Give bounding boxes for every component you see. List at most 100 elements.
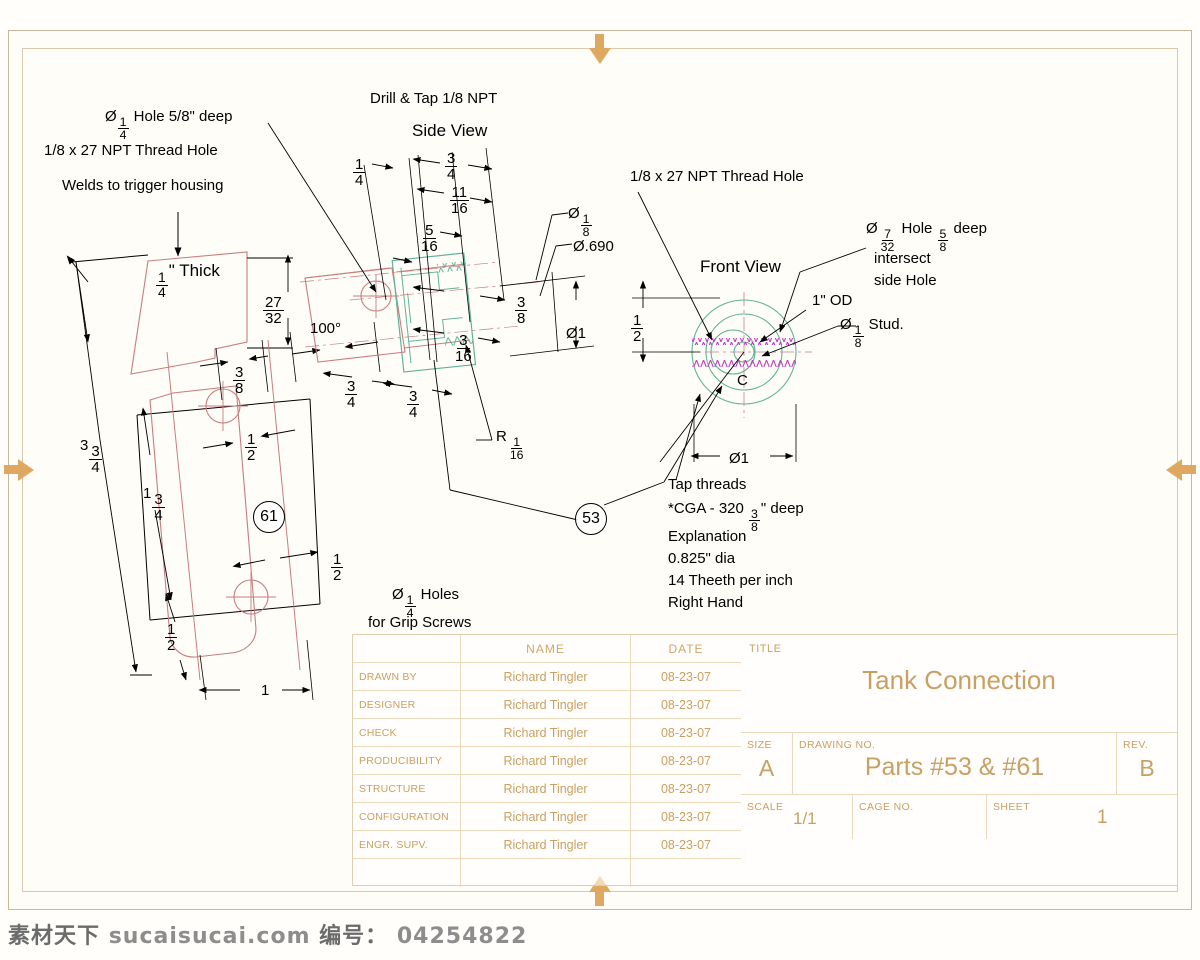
tb-row-date [631,859,741,887]
dim-5-16: 5 16 [421,222,438,256]
dim-3-16: 3 16 [455,332,472,366]
side-view-label: Side View [412,121,488,140]
rev-value: B [1139,755,1155,781]
dim-3-8-side: 38 [515,294,528,328]
dim-27-32: 27 32 [263,294,284,328]
drawing-no-value: Parts #53 & #61 [864,753,1045,781]
cage-no-label: CAGE NO. [859,801,914,813]
tb-row-label: PRODUCIBILITY [353,747,461,774]
note-npt-thread-hole-left: 1/8 x 27 NPT Thread Hole [44,142,218,159]
note-quarter-thick: 1 4 " Thick [156,261,220,300]
scale-value: 1/1 [793,809,817,828]
note-hole-deep-text: Hole 5/8" deep [129,108,233,125]
tb-row-date: 08-23-07 [660,838,712,852]
center-mark-label: C [737,372,748,389]
balloon-part-53: 53 [575,503,607,535]
title-field: TITLE Tank Connection [741,635,1177,733]
watermark-id-value: 04254822 [396,924,528,949]
balloon-part-61: 61 [253,501,285,533]
title-block-left: NAME DATE DRAWN BY Richard Tingler 08-23… [353,635,741,887]
tb-row-name: Richard Tingler [461,803,631,830]
size-label: SIZE [747,739,772,751]
dim-3-8-left: 38 [233,364,246,398]
watermark-site: sucaisucai.com [108,924,311,949]
note-side-hole: side Hole [874,272,937,289]
note-grip-line2: for Grip Screws [368,614,472,631]
dim-1-4: 14 [353,156,366,190]
tb-row-date: 08-23-07 [660,670,712,684]
tb-row-label: DRAWN BY [353,663,461,690]
dim-3-4-b: 34 [407,388,420,422]
dim-11-16: 11 16 [449,184,470,218]
note-intersect: intersect [874,250,931,267]
note-hole-7-32: Ø 7 32 Hole 58 deep [866,220,987,255]
dim-1-3-4: 134 [143,485,165,525]
front-view-label: Front View [700,257,781,276]
tb-row-name: Richard Tingler [461,747,631,774]
note-explanation: Explanation [668,528,747,545]
tb-row-name: Richard Tingler [461,775,631,802]
center-arrow-right-icon [1166,459,1196,481]
dim-dia-1-8: Ø18 [568,205,592,240]
title-block-mid-row: SIZE A DRAWING NO. Parts #53 & #61 REV. … [741,733,1177,795]
tb-row-label: CHECK [353,719,461,746]
note-hole-deep: Ø14 Hole 5/8" deep [105,108,233,143]
table-row-empty [353,859,741,887]
center-arrow-top-icon [589,34,611,64]
tb-row-label [353,859,461,887]
cage-no-field: CAGE NO. [853,795,987,839]
scale-field: SCALE 1/1 [741,795,853,839]
title-block: NAME DATE DRAWN BY Richard Tingler 08-23… [352,634,1178,887]
table-row: DRAWN BY Richard Tingler 08-23-07 [353,663,741,691]
note-tap-threads: Tap threads [668,476,747,493]
dim-dia-690: Ø.690 [573,238,614,255]
dim-3-4-a: 34 [345,378,358,412]
dim-1-2-front: 12 [631,312,644,346]
tb-row-name [461,859,631,887]
diameter-symbol: Ø [105,108,117,125]
tb-header-name: NAME [461,635,631,662]
tb-row-name: Richard Tingler [461,831,631,858]
note-teeth: 14 Theeth per inch [668,572,793,589]
title-block-header-row: NAME DATE [353,635,741,663]
note-drill-tap: Drill & Tap 1/8 NPT [370,90,498,107]
dim-1-2-b: 12 [331,551,344,585]
drawing-no-field: DRAWING NO. Parts #53 & #61 [793,733,1117,794]
note-welds: Welds to trigger housing [62,177,224,194]
tb-row-date: 08-23-07 [660,698,712,712]
tb-row-date: 08-23-07 [660,726,712,740]
tb-header-date: DATE [668,642,704,656]
drawing-sheet: Ø14 Hole 5/8" deep 1/8 x 27 NPT Thread H… [0,0,1200,960]
dim-1-2-a: 12 [245,431,258,465]
sheet-field: SHEET 1 [987,795,1177,839]
note-angle-100: 100° [310,320,342,337]
dim-dia-1-side: Ø1 [566,325,587,342]
rev-label: REV. [1123,739,1149,751]
size-value: A [758,755,775,781]
tb-row-name: Richard Tingler [461,691,631,718]
note-one-inch-od: 1" OD [812,292,853,309]
title-label: TITLE [749,643,782,655]
dim-1-2-c: 12 [165,621,178,655]
size-field: SIZE A [741,733,793,794]
tb-header-blank [353,635,461,662]
rev-field: REV. B [1117,733,1177,794]
table-row: CHECK Richard Tingler 08-23-07 [353,719,741,747]
dim-radius-1-16: R 1 16 [496,428,524,463]
dim-dia-1-front: Ø1 [729,450,750,467]
tb-row-label: CONFIGURATION [353,803,461,830]
title-block-right: TITLE Tank Connection SIZE A DRAWING NO.… [741,635,1177,885]
table-row: ENGR. SUPV. Richard Tingler 08-23-07 [353,831,741,859]
note-right-hand: Right Hand [668,594,744,611]
note-npt-thread-hole-right: 1/8 x 27 NPT Thread Hole [630,168,804,185]
table-row: PRODUCIBILITY Richard Tingler 08-23-07 [353,747,741,775]
title-value: Tank Connection [862,665,1056,695]
tb-row-name: Richard Tingler [461,663,631,690]
table-row: CONFIGURATION Richard Tingler 08-23-07 [353,803,741,831]
tb-row-name: Richard Tingler [461,719,631,746]
sheet-label: SHEET [993,801,1031,813]
table-row: STRUCTURE Richard Tingler 08-23-07 [353,775,741,803]
tb-row-date: 08-23-07 [660,782,712,796]
scale-label: SCALE [747,801,784,813]
center-arrow-left-icon [4,459,34,481]
